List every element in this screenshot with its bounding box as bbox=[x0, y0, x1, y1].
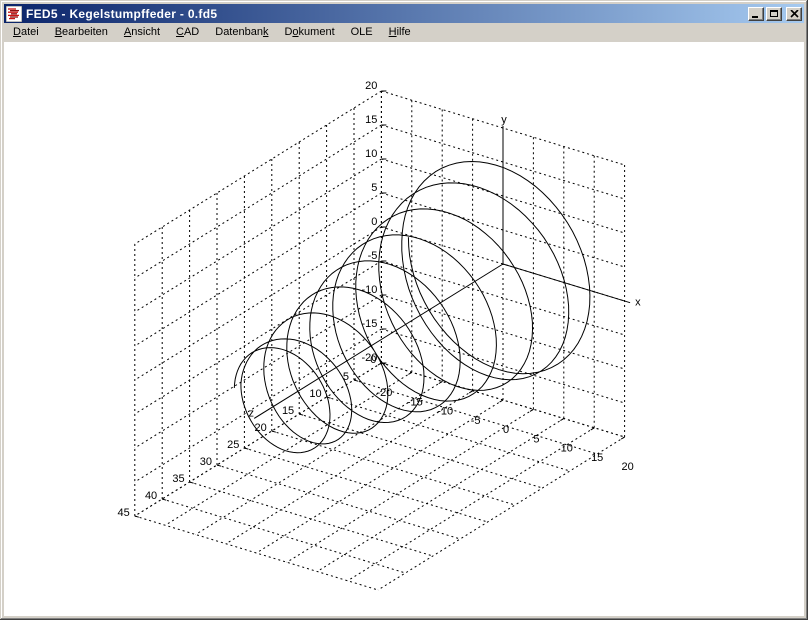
maximize-button[interactable] bbox=[766, 7, 782, 21]
svg-text:20: 20 bbox=[621, 461, 633, 473]
drawing-area: 20151050-5-10-15-20051015202530354045-20… bbox=[4, 42, 804, 616]
menu-ole[interactable]: OLE bbox=[343, 23, 381, 42]
svg-text:5: 5 bbox=[343, 371, 349, 383]
svg-text:5: 5 bbox=[371, 182, 377, 194]
svg-text:-15: -15 bbox=[407, 396, 423, 408]
close-button[interactable] bbox=[786, 7, 802, 21]
svg-text:-20: -20 bbox=[376, 387, 392, 399]
menu-dokument[interactable]: Dokument bbox=[276, 23, 342, 42]
menu-ansicht[interactable]: Ansicht bbox=[116, 23, 168, 42]
app-icon bbox=[6, 6, 22, 22]
maximize-icon bbox=[770, 10, 778, 17]
svg-text:5: 5 bbox=[533, 433, 539, 445]
menu-cad[interactable]: CAD bbox=[168, 23, 207, 42]
svg-text:0: 0 bbox=[371, 216, 377, 228]
svg-text:30: 30 bbox=[200, 456, 212, 468]
svg-text:0: 0 bbox=[503, 424, 509, 436]
menu-hilfe[interactable]: Hilfe bbox=[381, 23, 419, 42]
svg-text:15: 15 bbox=[591, 452, 603, 464]
close-icon bbox=[790, 10, 799, 18]
svg-text:-10: -10 bbox=[361, 284, 377, 296]
menu-datei[interactable]: Datei bbox=[5, 23, 47, 42]
svg-text:10: 10 bbox=[309, 388, 321, 400]
application-window: FED5 - Kegelstumpffeder - 0.fd5 DateiBea… bbox=[0, 0, 808, 620]
svg-text:-15: -15 bbox=[361, 318, 377, 330]
window-title: FED5 - Kegelstumpffeder - 0.fd5 bbox=[26, 7, 746, 21]
svg-text:0: 0 bbox=[370, 354, 376, 366]
minimize-icon bbox=[752, 16, 758, 18]
menu-datenbank[interactable]: Datenbank bbox=[207, 23, 276, 42]
svg-text:10: 10 bbox=[365, 148, 377, 160]
svg-text:25: 25 bbox=[227, 439, 239, 451]
tick-marks bbox=[135, 91, 625, 517]
menu-bar: DateiBearbeitenAnsichtCADDatenbankDokume… bbox=[4, 23, 804, 42]
svg-text:45: 45 bbox=[118, 507, 130, 519]
svg-text:15: 15 bbox=[365, 114, 377, 126]
svg-text:y: y bbox=[501, 114, 507, 126]
svg-text:-10: -10 bbox=[437, 406, 453, 418]
menu-bearbeiten[interactable]: Bearbeiten bbox=[47, 23, 116, 42]
svg-text:35: 35 bbox=[172, 473, 184, 485]
svg-text:20: 20 bbox=[365, 80, 377, 92]
svg-text:40: 40 bbox=[145, 490, 157, 502]
title-bar[interactable]: FED5 - Kegelstumpffeder - 0.fd5 bbox=[4, 4, 804, 23]
svg-text:-5: -5 bbox=[471, 415, 481, 427]
svg-text:x: x bbox=[635, 297, 641, 309]
minimize-button[interactable] bbox=[748, 7, 764, 21]
svg-text:10: 10 bbox=[561, 443, 573, 455]
svg-text:15: 15 bbox=[282, 405, 294, 417]
svg-text:-5: -5 bbox=[368, 250, 378, 262]
spring-3d-plot: 20151050-5-10-15-20051015202530354045-20… bbox=[4, 42, 804, 616]
svg-text:20: 20 bbox=[255, 422, 267, 434]
svg-text:z: z bbox=[248, 407, 254, 419]
